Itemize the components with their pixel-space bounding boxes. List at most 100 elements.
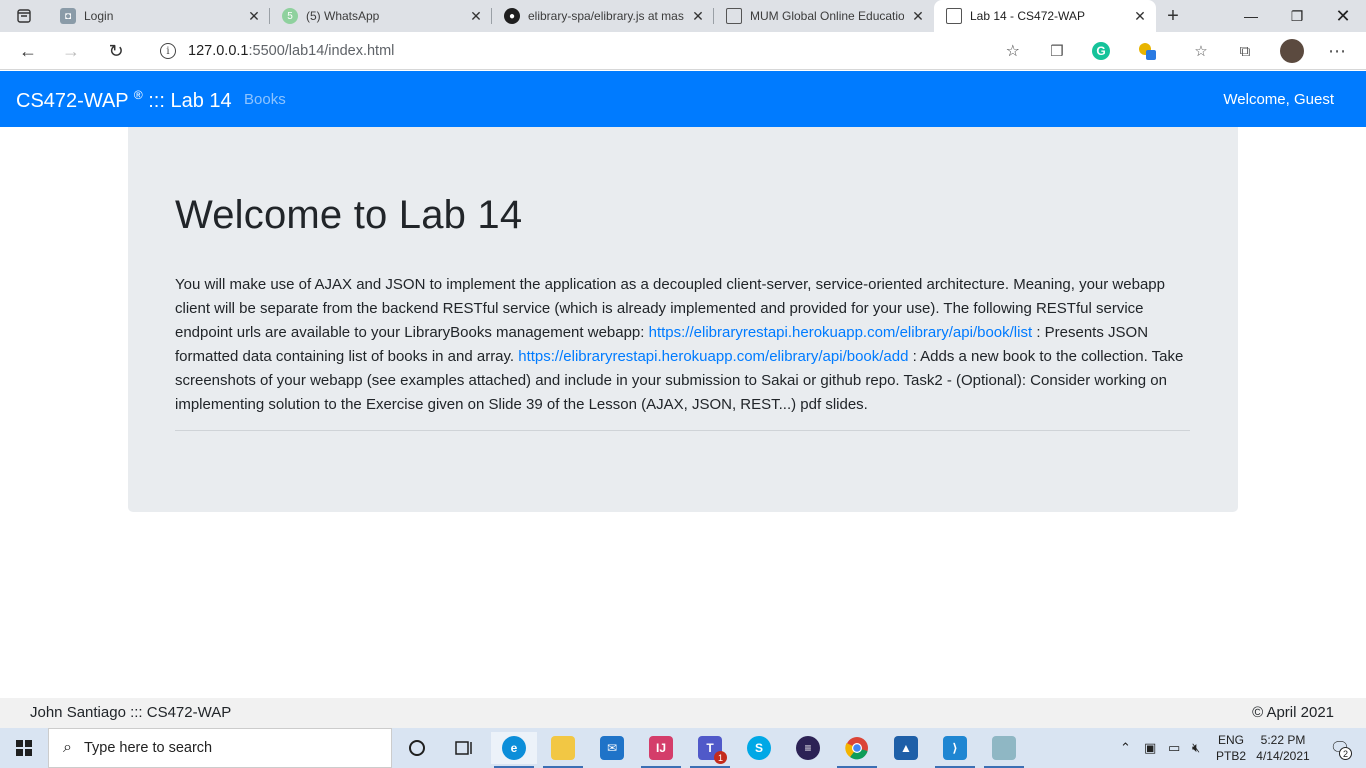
page-title: Welcome to Lab 14 — [175, 193, 523, 237]
add-favorite-icon[interactable]: ☆ — [1006, 41, 1020, 61]
footer-author: John Santiago ::: CS472-WAP — [30, 704, 232, 721]
profile-avatar[interactable] — [1280, 39, 1304, 63]
url-host: 127.0.0.1 — [188, 43, 249, 59]
page-navbar: CS472-WAP ® ::: Lab 14 Books Welcome, Gu… — [0, 71, 1366, 127]
tab-github[interactable]: ● elibrary-spa/elibrary.js at mas ✕ — [492, 0, 714, 32]
eclipse-icon: ≡ — [796, 736, 820, 760]
taskbar-app[interactable] — [981, 732, 1027, 768]
taskbar-search[interactable]: ⌕ Type here to search — [48, 728, 392, 768]
taskbar-file-explorer[interactable] — [540, 732, 586, 768]
clock[interactable]: 5:22 PM 4/14/2021 — [1252, 732, 1314, 764]
network-tray[interactable]: ▣ — [1144, 728, 1156, 768]
close-tab-icon[interactable]: ✕ — [1132, 8, 1148, 25]
network-icon: ▣ — [1144, 740, 1157, 755]
notification-count: 2 — [1339, 747, 1352, 760]
arrow-right-icon: → — [62, 40, 80, 61]
minimize-icon: — — [1244, 8, 1258, 24]
restore-button[interactable]: ❐ — [1274, 0, 1320, 32]
arrow-left-icon: ← — [19, 40, 37, 61]
close-tab-icon[interactable]: ✕ — [690, 8, 706, 25]
navbar-brand[interactable]: CS472-WAP ® ::: Lab 14 — [16, 88, 232, 113]
show-hidden-icons-button[interactable]: ⌃ — [1120, 728, 1131, 768]
volume-tray[interactable]: 🔇︎ — [1192, 728, 1200, 768]
close-tab-icon[interactable]: ✕ — [246, 8, 262, 25]
teams-badge: 1 — [714, 751, 727, 764]
battery-icon: ▭ — [1168, 740, 1181, 755]
taskbar-intellij[interactable]: IJ — [638, 732, 684, 768]
reload-icon: ↻ — [108, 40, 124, 61]
search-icon: ⌕ — [63, 739, 72, 756]
taskbar-skype[interactable]: S — [736, 732, 782, 764]
document-icon — [946, 8, 962, 24]
language-code: ENG — [1217, 733, 1244, 747]
skype-icon: S — [747, 736, 771, 760]
plus-icon: + — [1167, 4, 1179, 27]
browser-tab-strip: ◘ Login ✕ 5 (5) WhatsApp ✕ ● elibrary-sp… — [0, 0, 1366, 32]
tab-title: elibrary-spa/elibrary.js at mas — [528, 9, 684, 23]
close-tab-icon[interactable]: ✕ — [468, 8, 484, 25]
info-icon[interactable]: i — [160, 43, 176, 59]
tab-actions-icon — [17, 9, 31, 23]
reload-button[interactable]: ↻ — [100, 36, 132, 66]
taskbar-teams[interactable]: T 1 — [687, 732, 733, 768]
url-path: :5500/lab14/index.html — [248, 43, 395, 59]
tab-login[interactable]: ◘ Login ✕ — [48, 0, 270, 32]
collections-extension-icon[interactable]: ❒ — [1046, 40, 1068, 62]
page-footer: John Santiago ::: CS472-WAP © April 2021 — [0, 698, 1366, 728]
login-icon: ◘ — [60, 8, 76, 24]
document-icon — [726, 8, 742, 24]
tab-title: Login — [84, 9, 114, 23]
jumbotron: Welcome to Lab 14 You will make use of A… — [128, 127, 1238, 512]
tab-mum-global[interactable]: MUM Global Online Educatio ✕ — [714, 0, 934, 32]
battery-tray[interactable]: ▭ — [1168, 728, 1180, 768]
address-bar[interactable]: i 127.0.0.1:5500/lab14/index.html ☆ — [144, 36, 1034, 66]
tab-title: MUM Global Online Educatio — [750, 9, 904, 23]
start-button[interactable] — [0, 728, 48, 768]
nav-link-books[interactable]: Books — [244, 91, 286, 108]
grammarly-icon[interactable]: G — [1092, 42, 1110, 60]
clock-time: 5:22 PM — [1260, 733, 1306, 747]
close-tab-icon[interactable]: ✕ — [910, 8, 926, 25]
back-button[interactable]: ← — [12, 36, 44, 66]
tab-whatsapp[interactable]: 5 (5) WhatsApp ✕ — [270, 0, 492, 32]
taskbar-vscode[interactable]: ⟩ — [932, 732, 978, 768]
more-menu-icon[interactable]: ⋯ — [1326, 40, 1348, 62]
book-list-link[interactable]: https://elibraryrestapi.herokuapp.com/el… — [649, 324, 1033, 341]
close-window-button[interactable]: ✕ — [1320, 0, 1366, 32]
cortana-button[interactable] — [394, 732, 440, 764]
footer-copyright: © April 2021 — [1252, 704, 1334, 721]
book-add-link[interactable]: https://elibraryrestapi.herokuapp.com/el… — [518, 348, 908, 365]
tab-lab14[interactable]: Lab 14 - CS472-WAP ✕ — [934, 0, 1156, 32]
welcome-text: Welcome, Guest — [1223, 91, 1334, 108]
language-indicator[interactable]: ENG PTB2 — [1214, 732, 1248, 764]
taskbar-photos[interactable]: ▲ — [883, 732, 929, 764]
github-icon: ● — [504, 8, 520, 24]
tab-actions-button[interactable] — [0, 0, 48, 32]
favorites-icon[interactable]: ☆ — [1190, 40, 1212, 62]
collections-icon[interactable]: ⧉ — [1234, 40, 1256, 62]
task-view-button[interactable] — [441, 732, 487, 764]
app-icon — [992, 736, 1016, 760]
cortana-icon — [409, 740, 425, 756]
folder-icon — [551, 736, 575, 760]
mail-icon: ✉ — [600, 736, 624, 760]
chrome-icon — [845, 737, 868, 760]
action-center-button[interactable]: 🗨︎ 2 — [1320, 728, 1360, 768]
photos-icon: ▲ — [894, 736, 918, 760]
chevron-up-icon: ⌃ — [1120, 740, 1131, 755]
taskbar-edge[interactable]: e — [491, 732, 537, 768]
taskbar-mail[interactable]: ✉ — [589, 732, 635, 764]
taskbar-chrome[interactable] — [834, 732, 880, 768]
whatsapp-icon: 5 — [282, 8, 298, 24]
minimize-button[interactable]: — — [1228, 0, 1274, 32]
registered-mark: ® — [133, 88, 143, 102]
divider — [175, 430, 1190, 431]
new-tab-button[interactable]: + — [1160, 0, 1186, 32]
tab-title: (5) WhatsApp — [306, 9, 380, 23]
windows-logo-icon — [16, 740, 32, 756]
taskbar-eclipse[interactable]: ≡ — [785, 732, 831, 764]
intellij-icon: IJ — [649, 736, 673, 760]
forward-button[interactable]: → — [55, 36, 87, 66]
browser-toolbar: ← → ↻ i 127.0.0.1:5500/lab14/index.html … — [0, 32, 1366, 70]
extension-icon[interactable] — [1136, 40, 1158, 62]
